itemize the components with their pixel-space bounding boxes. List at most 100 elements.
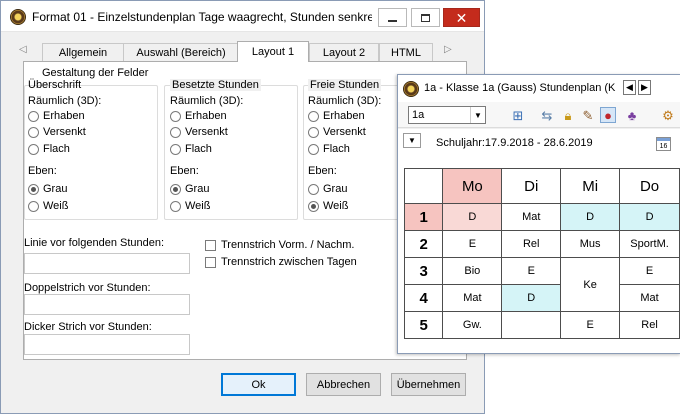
lesson-cell[interactable]: SportM. <box>619 230 680 258</box>
tab-layout-2[interactable]: Layout 2 <box>309 43 379 61</box>
lesson-cell[interactable]: Bio <box>442 257 503 285</box>
radio-weiss[interactable]: Weiß <box>170 200 210 212</box>
lesson-cell[interactable]: E <box>619 257 680 285</box>
timetable-titlebar[interactable]: 1a - Klasse 1a (Gauss) Stundenplan (K ◀ … <box>398 75 680 102</box>
day-header-di[interactable]: Di <box>501 168 562 204</box>
linie-input[interactable] <box>24 253 190 274</box>
raum-label: Räumlich (3D): <box>28 95 102 107</box>
radio-erhaben[interactable]: Erhaben <box>308 110 365 122</box>
period-header[interactable]: 3 <box>403 257 444 285</box>
group-heading: Besetzte Stunden <box>170 79 261 91</box>
untis-app-icon <box>403 81 419 97</box>
radio-erhaben[interactable]: Erhaben <box>170 110 227 122</box>
lesson-cell[interactable]: Mat <box>442 284 503 312</box>
abbrechen-button[interactable]: Abbrechen <box>306 373 381 396</box>
radio-versenkt[interactable]: Versenkt <box>308 126 366 138</box>
lesson-cell[interactable]: Mat <box>619 284 680 312</box>
period-header[interactable]: 1 <box>403 203 444 231</box>
chevron-down-icon: ▼ <box>470 107 485 123</box>
lesson-cell[interactable]: D <box>619 203 680 231</box>
class-select[interactable]: 1a ▼ <box>408 106 486 124</box>
dialog-titlebar[interactable]: Format 01 - Einzelstundenplan Tage waagr… <box>1 1 484 32</box>
dicker-strich-input[interactable] <box>24 334 190 355</box>
radio-flach[interactable]: Flach <box>28 143 70 155</box>
lesson-cell[interactable]: D <box>442 203 503 231</box>
view-dropdown-button[interactable]: ▼ <box>403 133 421 148</box>
radio-grau[interactable]: Grau <box>308 183 347 195</box>
tab-strip: ◁ Allgemein Auswahl (Bereich) Layout 1 L… <box>1 41 484 62</box>
radio-grau[interactable]: Grau <box>170 183 209 195</box>
group-heading: Freie Stunden <box>308 79 382 91</box>
arrow-left-icon: ◀ <box>626 82 633 92</box>
tab-allgemein[interactable]: Allgemein <box>42 43 124 61</box>
radio-versenkt[interactable]: Versenkt <box>170 126 228 138</box>
lesson-cell[interactable]: E <box>442 230 503 258</box>
period-header[interactable]: 4 <box>403 284 444 312</box>
raum-label: Räumlich (3D): <box>308 95 382 107</box>
people-icon[interactable]: ♣ <box>624 107 640 123</box>
section-title: Gestaltung der Felder <box>42 67 149 79</box>
lesson-cell[interactable]: Rel <box>501 230 562 258</box>
minimize-icon <box>388 19 397 22</box>
maximize-button[interactable] <box>411 8 440 27</box>
tab-auswahl[interactable]: Auswahl (Bereich) <box>123 43 239 61</box>
day-header-mo[interactable]: Mo <box>442 168 503 204</box>
lesson-cell[interactable]: Mus <box>560 230 621 258</box>
tab-scroll-left-icon[interactable]: ◁ <box>19 44 27 55</box>
lesson-cell[interactable]: D <box>560 203 621 231</box>
calendar-icon[interactable]: 16 <box>656 137 671 151</box>
timetable-subheader: ▼ Schuljahr:17.9.2018 - 28.6.2019 16 <box>398 129 680 158</box>
linie-label: Linie vor folgenden Stunden: <box>24 237 165 249</box>
lesson-cell[interactable]: Mat <box>501 203 562 231</box>
day-header-do[interactable]: Do <box>619 168 680 204</box>
period-header[interactable]: 2 <box>403 230 444 258</box>
minimize-button[interactable] <box>378 8 407 27</box>
pin-icon[interactable]: ● <box>600 107 616 123</box>
lesson-cell[interactable]: D <box>501 284 562 312</box>
schuljahr-label: Schuljahr:17.9.2018 - 28.6.2019 <box>436 137 593 149</box>
doppelstrich-input[interactable] <box>24 294 190 315</box>
lesson-cell[interactable] <box>501 311 562 339</box>
lesson-cell[interactable]: Rel <box>619 311 680 339</box>
radio-grau[interactable]: Grau <box>28 183 67 195</box>
period-header[interactable]: 5 <box>403 311 444 339</box>
uebernehmen-button[interactable]: Übernehmen <box>391 373 466 396</box>
settings-icon[interactable]: ⚙ <box>660 107 676 123</box>
palette-icon[interactable]: ✎ <box>580 107 596 123</box>
next-element-button[interactable]: ▶ <box>638 80 651 95</box>
radio-weiss[interactable]: Weiß <box>28 200 68 212</box>
radio-versenkt[interactable]: Versenkt <box>28 126 86 138</box>
lesson-cell[interactable]: Ke <box>560 257 621 312</box>
dialog-title: Format 01 - Einzelstundenplan Tage waagr… <box>32 10 372 24</box>
arrow-right-icon: ▶ <box>641 82 648 92</box>
eben-label: Eben: <box>170 165 199 177</box>
raum-label: Räumlich (3D): <box>170 95 244 107</box>
radio-flach[interactable]: Flach <box>308 143 350 155</box>
maximize-icon <box>421 13 430 22</box>
lesson-cell[interactable]: Gw. <box>442 311 503 339</box>
radio-weiss[interactable]: Weiß <box>308 200 348 212</box>
dicker-strich-label: Dicker Strich vor Stunden: <box>24 321 152 333</box>
lock-icon[interactable]: 🔒︎ <box>560 107 576 123</box>
tab-layout-1[interactable]: Layout 1 <box>237 41 309 62</box>
prev-element-button[interactable]: ◀ <box>623 80 636 95</box>
trennstrich-tage-checkbox[interactable]: Trennstrich zwischen Tagen <box>205 256 357 268</box>
radio-flach[interactable]: Flach <box>170 143 212 155</box>
group-heading: Überschrift <box>28 79 82 91</box>
timetable-grid-area: Mo Di Mi Do 1 D Mat D D 2 E Rel Mus Spor… <box>398 158 680 353</box>
tab-scroll-right-icon[interactable]: ▷ <box>444 44 452 55</box>
close-button[interactable]: ✕ <box>443 8 480 27</box>
grid-icon[interactable]: ⊞ <box>510 107 526 123</box>
lesson-cell[interactable]: E <box>560 311 621 339</box>
timetable-toolbar: 1a ▼ ⊞ ⇆ 🔒︎ ✎ ● ♣ ⚙ <box>398 102 680 128</box>
timetable-title: 1a - Klasse 1a (Gauss) Stundenplan (K <box>424 82 616 94</box>
trennstrich-vorm-checkbox[interactable]: Trennstrich Vorm. / Nachm. <box>205 239 354 251</box>
tab-html[interactable]: HTML <box>379 43 433 61</box>
close-icon: ✕ <box>455 9 468 26</box>
ok-button[interactable]: Ok <box>221 373 296 396</box>
radio-erhaben[interactable]: Erhaben <box>28 110 85 122</box>
day-header-mi[interactable]: Mi <box>560 168 621 204</box>
lesson-cell[interactable]: E <box>501 257 562 285</box>
transfer-icon[interactable]: ⇆ <box>539 107 555 123</box>
timetable-grid: Mo Di Mi Do 1 D Mat D D 2 E Rel Mus Spor… <box>403 168 680 339</box>
